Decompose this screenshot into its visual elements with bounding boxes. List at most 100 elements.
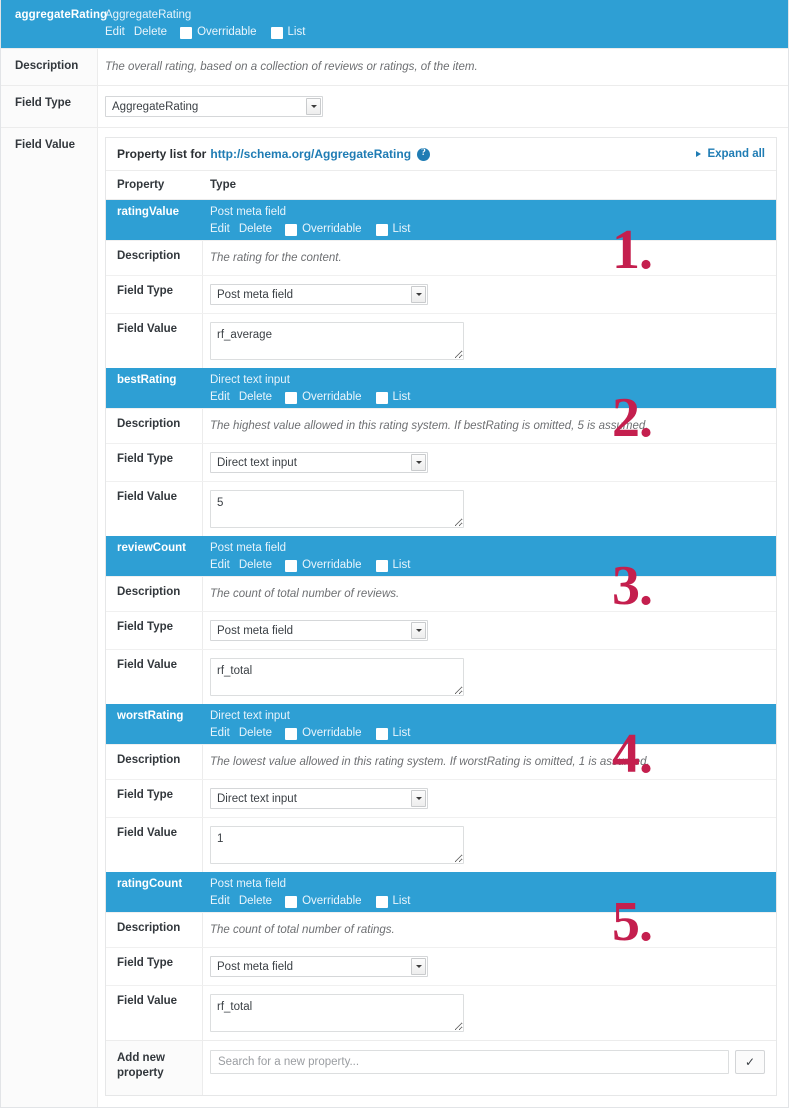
property-header: ratingCount Post meta field Edit Delete Over…: [106, 872, 776, 912]
property-list-title-prefix: Property list for: [117, 147, 207, 161]
property-field-value-value: rf_total: [203, 986, 776, 1040]
property-field-type-value: Direct text input: [203, 780, 776, 817]
overridable-checkbox[interactable]: [285, 728, 298, 740]
overridable-checkbox[interactable]: [285, 224, 298, 236]
list-checkbox[interactable]: [375, 392, 388, 404]
field-type-select[interactable]: Direct text input: [210, 788, 428, 809]
overridable-label: Overridable: [302, 559, 362, 571]
edit-link[interactable]: Edit: [210, 894, 230, 908]
overridable-checkbox[interactable]: [285, 896, 298, 908]
list-checkbox[interactable]: [270, 27, 283, 39]
property-actions: Edit Delete Overridable List: [210, 894, 776, 908]
outer-property-type: AggregateRating: [105, 9, 192, 21]
edit-link[interactable]: Edit: [210, 222, 230, 236]
delete-link[interactable]: Delete: [239, 390, 272, 404]
property-type: Post meta field: [210, 878, 287, 890]
overridable-checkbox[interactable]: [285, 392, 298, 404]
property-name: bestRating: [117, 374, 177, 386]
property-block: bestRating Direct text input Edit Delete Ove…: [106, 368, 776, 536]
property-field-type-label: Field Type: [106, 276, 203, 313]
outer-field-type-value: AggregateRating: [98, 86, 788, 127]
property-header-body: Post meta field Edit Delete Overridable List: [203, 536, 776, 572]
property-type: Direct text input: [210, 710, 290, 722]
field-type-select[interactable]: Post meta field: [210, 956, 428, 977]
property-type: Direct text input: [210, 374, 290, 386]
expand-all-link[interactable]: Expand all: [696, 148, 765, 160]
overridable-label: Overridable: [302, 895, 362, 907]
list-checkbox[interactable]: [375, 896, 388, 908]
property-description-row: Description The rating for the content.: [106, 240, 776, 275]
property-header: worstRating Direct text input Edit Delete Ov…: [106, 704, 776, 744]
property-name: ratingValue: [117, 206, 179, 218]
property-table-column-headers: Property Type: [106, 171, 776, 200]
field-type-select[interactable]: Post meta field: [210, 620, 428, 641]
property-description-label: Description: [106, 409, 203, 443]
property-name: ratingCount: [117, 878, 183, 890]
property-field-value-value: 5: [203, 482, 776, 536]
edit-link[interactable]: Edit: [210, 558, 230, 572]
property-header-body: Post meta field Edit Delete Overridable List: [203, 872, 776, 908]
schema-url-link[interactable]: http://schema.org/AggregateRating: [210, 147, 411, 161]
property-description-text: The count of total number of reviews.: [210, 588, 400, 600]
property-field-type-value: Post meta field: [203, 276, 776, 313]
property-description-value: The lowest value allowed in this rating …: [203, 745, 776, 779]
field-type-select-wrap: Direct text input: [210, 452, 428, 473]
list-checkbox[interactable]: [375, 728, 388, 740]
property-description-text: The highest value allowed in this rating…: [210, 420, 649, 432]
edit-link[interactable]: Edit: [210, 390, 230, 404]
field-type-select[interactable]: Direct text input: [210, 452, 428, 473]
property-field-type-row: Field Type Post meta field: [106, 275, 776, 313]
delete-link[interactable]: Delete: [239, 222, 272, 236]
outer-field-value-content: Property list for http://schema.org/Aggr…: [98, 128, 788, 1107]
property-field-value-value: rf_total: [203, 650, 776, 704]
edit-link[interactable]: Edit: [210, 726, 230, 740]
field-value-textarea[interactable]: 5: [210, 490, 464, 528]
add-new-property-controls: ✓: [203, 1041, 776, 1088]
property-field-value-row: Field Value rf_average: [106, 313, 776, 368]
delete-link[interactable]: Delete: [134, 25, 167, 39]
property-block: worstRating Direct text input Edit Delete Ov…: [106, 704, 776, 872]
field-value-textarea[interactable]: 1: [210, 826, 464, 864]
list-label: List: [392, 223, 411, 235]
field-value-textarea[interactable]: rf_average: [210, 322, 464, 360]
search-input[interactable]: [210, 1050, 729, 1074]
list-checkbox[interactable]: [375, 224, 388, 236]
outer-field-value-row: Field Value Property list for http://sch…: [1, 127, 788, 1107]
field-type-select-wrap: Post meta field: [210, 284, 428, 305]
delete-link[interactable]: Delete: [239, 558, 272, 572]
property-header: ratingValue Post meta field Edit Delete Over…: [106, 200, 776, 240]
delete-link[interactable]: Delete: [239, 894, 272, 908]
property-field-type-row: Field Type Direct text input: [106, 779, 776, 817]
field-type-select[interactable]: Post meta field: [210, 284, 428, 305]
field-value-textarea[interactable]: rf_total: [210, 658, 464, 696]
property-description-text: The lowest value allowed in this rating …: [210, 756, 650, 768]
property-description-row: Description The highest value allowed in …: [106, 408, 776, 443]
overridable-checkbox[interactable]: [285, 560, 298, 572]
outer-property-actions: Edit Delete Overridable List: [105, 25, 788, 39]
property-field-type-label: Field Type: [106, 612, 203, 649]
property-description-label: Description: [106, 745, 203, 779]
outer-field-type-row: Field Type AggregateRating: [1, 85, 788, 127]
property-header-body: Direct text input Edit Delete Overridable Li…: [203, 368, 776, 404]
property-field-type-label: Field Type: [106, 444, 203, 481]
field-type-select-wrap: Post meta field: [210, 620, 428, 641]
property-field-type-row: Field Type Direct text input: [106, 443, 776, 481]
property-field-type-row: Field Type Post meta field: [106, 611, 776, 649]
property-list-header: Property list for http://schema.org/Aggr…: [106, 138, 776, 171]
field-value-textarea[interactable]: rf_total: [210, 994, 464, 1032]
confirm-add-button[interactable]: ✓: [735, 1050, 765, 1074]
property-field-value-row: Field Value rf_total: [106, 649, 776, 704]
outer-description-row: Description The overall rating, based on…: [1, 48, 788, 85]
outer-field-type-select[interactable]: AggregateRating: [105, 96, 323, 117]
help-icon[interactable]: ?: [417, 147, 431, 161]
aggregate-rating-metabox: aggregateRating AggregateRating Edit Del…: [0, 0, 789, 1108]
delete-link[interactable]: Delete: [239, 726, 272, 740]
outer-property-header: aggregateRating AggregateRating Edit Del…: [1, 0, 788, 48]
property-actions: Edit Delete Overridable List: [210, 390, 776, 404]
field-type-select-wrap: Post meta field: [210, 956, 428, 977]
property-description-label: Description: [106, 241, 203, 275]
list-checkbox[interactable]: [375, 560, 388, 572]
overridable-checkbox[interactable]: [180, 27, 193, 39]
property-list-panel: Property list for http://schema.org/Aggr…: [105, 137, 777, 1096]
edit-link[interactable]: Edit: [105, 25, 125, 39]
